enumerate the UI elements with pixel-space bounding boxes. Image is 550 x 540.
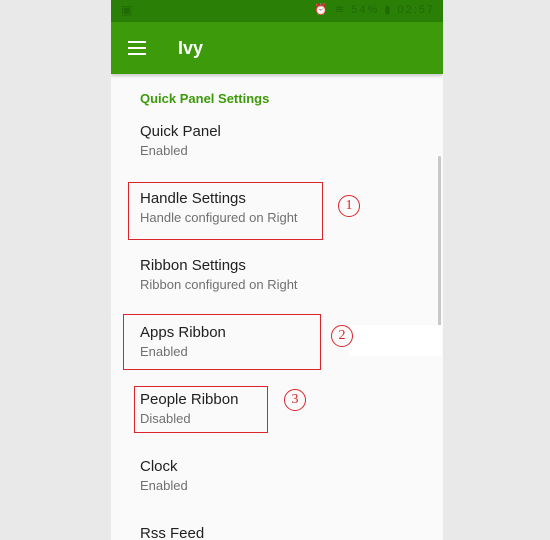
app-title: Ivy	[178, 38, 204, 58]
hamburger-menu-icon[interactable]	[128, 41, 146, 55]
pref-summary: Ribbon configured on Right	[140, 277, 298, 292]
pref-summary: Enabled	[140, 478, 188, 493]
white-patch	[350, 325, 442, 356]
annotation-box-3	[134, 386, 268, 433]
annotation-number-1: 1	[338, 195, 360, 217]
section-header: Quick Panel Settings	[140, 91, 270, 106]
pref-title: Quick Panel	[140, 123, 221, 140]
annotation-box-1	[128, 182, 323, 240]
battery-icon: ▮	[384, 4, 393, 16]
pref-quick-panel[interactable]: Quick Panel Enabled	[140, 123, 420, 159]
pref-title: Rss Feed	[140, 525, 205, 540]
battery-level: 54%	[351, 4, 380, 16]
app-toolbar: Ivy	[111, 22, 443, 74]
pref-clock[interactable]: Clock Enabled	[140, 458, 420, 494]
settings-list[interactable]: Quick Panel Settings Quick Panel Enabled…	[111, 74, 443, 540]
annotation-number-2: 2	[331, 325, 353, 347]
status-bar: ▣ ⏰ ≋ 54% ▮ 02:57	[111, 0, 443, 22]
annotation-box-2	[123, 314, 321, 370]
pref-summary: Enabled	[140, 143, 188, 158]
pref-rss-feed[interactable]: Rss Feed	[140, 525, 420, 540]
clock-time: 02:57	[397, 4, 435, 16]
status-icons: ⏰ ≋ 54% ▮ 02:57	[314, 3, 435, 16]
pref-title: Clock	[140, 458, 178, 475]
annotation-number-3: 3	[284, 389, 306, 411]
notification-icon: ▣	[121, 3, 133, 17]
alarm-icon: ⏰	[314, 4, 330, 16]
pref-title: Ribbon Settings	[140, 257, 246, 274]
scrollbar[interactable]	[438, 156, 441, 336]
wifi-icon: ≋	[334, 4, 347, 16]
pref-ribbon-settings[interactable]: Ribbon Settings Ribbon configured on Rig…	[140, 257, 420, 293]
phone-screen: ▣ ⏰ ≋ 54% ▮ 02:57 Ivy Quick Panel Settin…	[111, 0, 443, 540]
